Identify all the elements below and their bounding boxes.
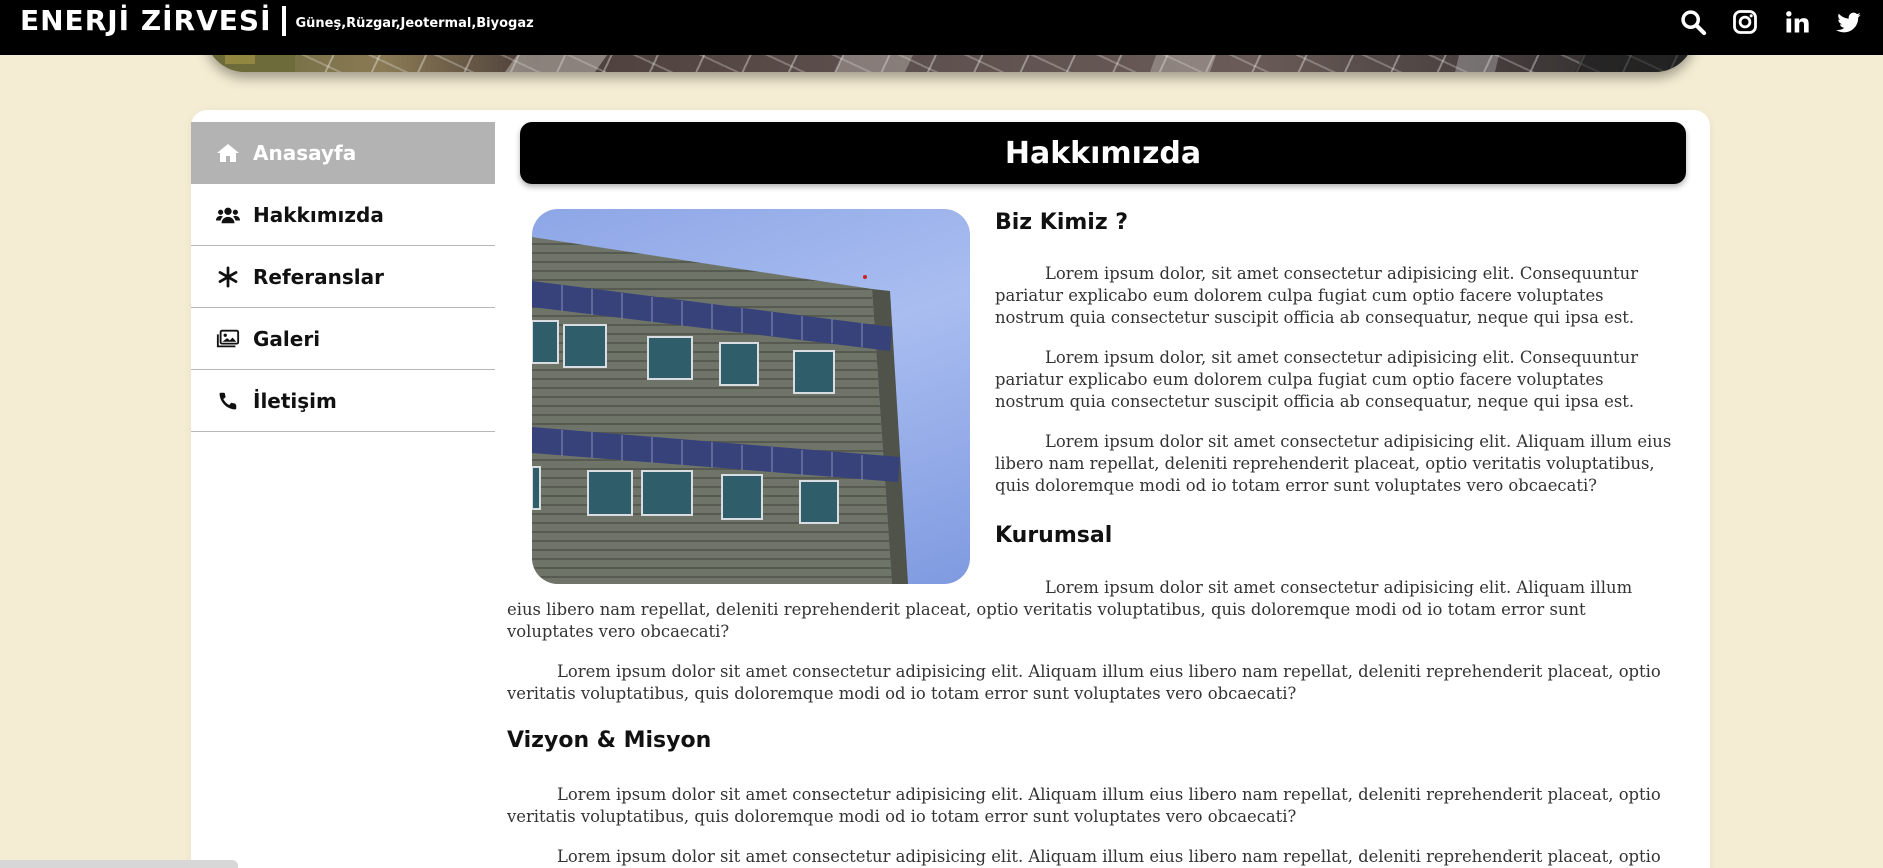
twitter-icon[interactable] [1835, 8, 1863, 36]
sidebar-item-referanslar[interactable]: Referanslar [191, 246, 495, 308]
paragraph: Lorem ipsum dolor sit amet consectetur a… [557, 847, 1661, 866]
sidebar-menu: Anasayfa Hakkımızda Referanslar Galeri İ… [191, 122, 495, 432]
biz-kimiz-text: Lorem ipsum dolor, sit amet consectetur … [995, 263, 1675, 515]
sidebar-item-label: Anasayfa [253, 141, 357, 165]
images-icon [215, 328, 241, 350]
phone-icon [215, 390, 241, 412]
section-heading-biz-kimiz: Biz Kimiz ? [995, 210, 1129, 235]
page-title: Hakkımızda [1004, 135, 1202, 171]
asterisk-icon [215, 265, 241, 288]
top-navbar: ENERJİ ZİRVESİ Güneş,Rüzgar,Jeotermal,Bi… [0, 0, 1883, 55]
paragraph: Lorem ipsum dolor, sit amet consectetur … [995, 264, 1639, 327]
page-title-bar: Hakkımızda [520, 122, 1686, 184]
sidebar-item-galeri[interactable]: Galeri [191, 308, 495, 370]
section-heading-vizyon-misyon: Vizyon & Misyon [507, 728, 712, 753]
linkedin-icon[interactable] [1783, 8, 1811, 36]
search-icon[interactable] [1679, 8, 1707, 36]
horizontal-scrollbar[interactable] [0, 860, 238, 868]
sidebar-item-label: Hakkımızda [253, 202, 384, 227]
kurumsal-text: Lorem ipsum dolor sit amet consectetur a… [507, 577, 1667, 723]
section-heading-kurumsal: Kurumsal [995, 523, 1113, 548]
paragraph: Lorem ipsum dolor, sit amet consectetur … [995, 348, 1639, 411]
brand-subtitle: Güneş,Rüzgar,Jeotermal,Biyogaz [295, 16, 534, 31]
paragraph: Lorem ipsum dolor sit amet consectetur a… [507, 785, 1661, 826]
sidebar-item-anasayfa[interactable]: Anasayfa [191, 122, 495, 184]
sidebar-item-label: İletişim [253, 388, 337, 413]
home-icon [215, 142, 241, 164]
brand[interactable]: ENERJİ ZİRVESİ Güneş,Rüzgar,Jeotermal,Bi… [20, 4, 534, 37]
users-icon [215, 204, 241, 226]
social-icons [1679, 8, 1863, 36]
sidebar-item-iletisim[interactable]: İletişim [191, 370, 495, 432]
paragraph: Lorem ipsum dolor sit amet consectetur a… [507, 662, 1661, 703]
brand-title[interactable]: ENERJİ ZİRVESİ [20, 4, 272, 37]
sidebar-item-hakkimizda[interactable]: Hakkımızda [191, 184, 495, 246]
paragraph: Lorem ipsum dolor sit amet consectetur a… [995, 432, 1672, 495]
paragraph: Lorem ipsum dolor sit amet consectetur a… [507, 578, 1633, 641]
sidebar-item-label: Galeri [253, 326, 321, 351]
vizyon-misyon-text: Lorem ipsum dolor sit amet consectetur a… [507, 784, 1667, 868]
brand-divider [281, 5, 286, 36]
sidebar-item-label: Referanslar [253, 264, 384, 289]
building-solar-panels-photo [532, 209, 970, 584]
instagram-icon[interactable] [1731, 8, 1759, 36]
